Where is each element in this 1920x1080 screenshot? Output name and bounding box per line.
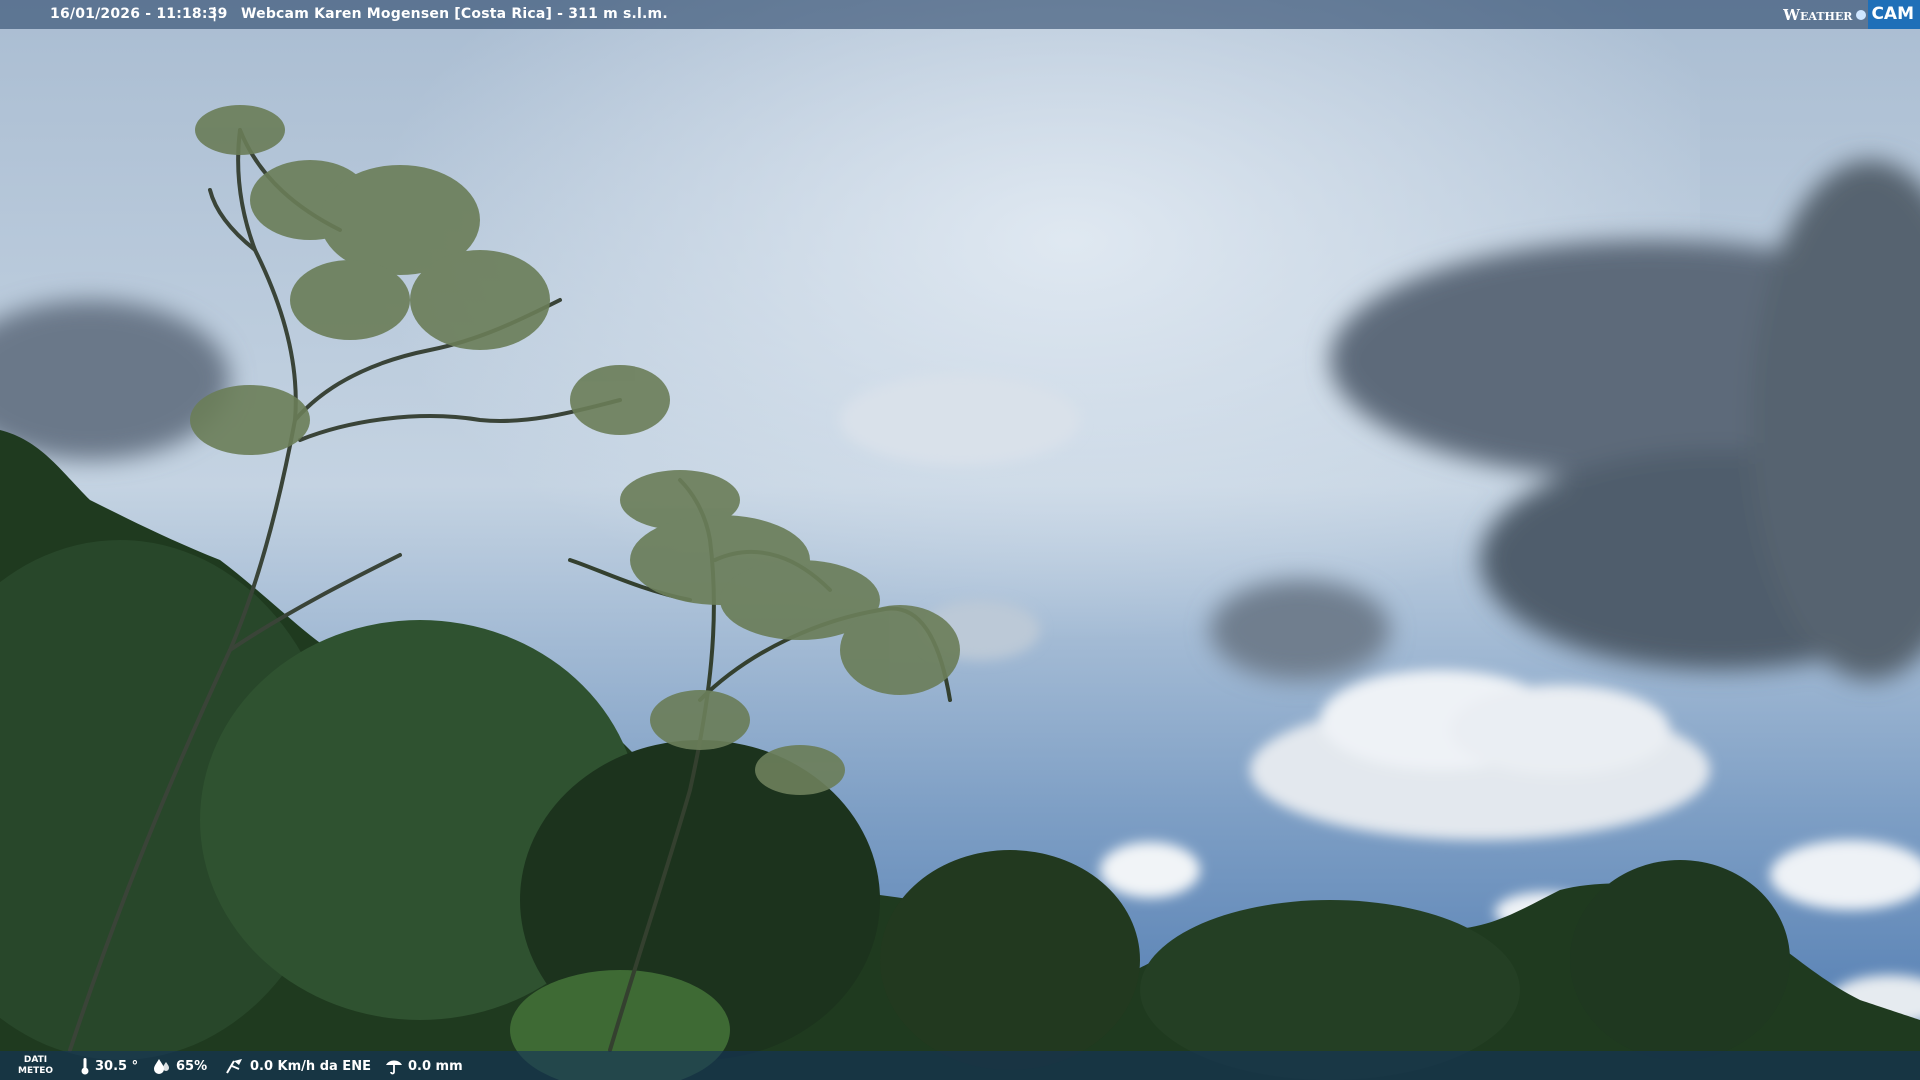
wind-value: 0.0 Km/h da ENE <box>250 1058 371 1074</box>
timestamp: 16/01/2026 - 11:18:39 <box>50 6 228 22</box>
thermometer-icon <box>81 1058 89 1075</box>
temperature-value: 30.5 ° <box>95 1058 139 1074</box>
wind-icon <box>226 1059 242 1074</box>
rain-icon <box>386 1060 402 1075</box>
rain-readout: 0.0 mm <box>385 1057 463 1075</box>
humidity-drop-icon <box>154 1059 169 1074</box>
webcam-scene <box>0 0 1920 1080</box>
weather-data-label: DATI METEO <box>18 1055 54 1076</box>
logo-text-cam: CAM <box>1868 0 1920 29</box>
weathercam-logo: Weather CAM <box>1783 0 1920 29</box>
rain-value: 0.0 mm <box>408 1058 463 1074</box>
weather-data-bar: DATI METEO 30.5 ° 65% 0.0 Km/h da ENE 0.… <box>0 1051 1920 1080</box>
humidity-readout: 65% <box>153 1057 207 1075</box>
header-separator: | <box>212 6 218 22</box>
temperature-readout: 30.5 ° <box>80 1057 138 1075</box>
logo-text-weather: Weather <box>1783 5 1853 24</box>
webcam-title: Webcam Karen Mogensen [Costa Rica] - 311… <box>241 6 668 22</box>
logo-dot-icon <box>1856 9 1867 20</box>
wind-readout: 0.0 Km/h da ENE <box>225 1057 371 1075</box>
humidity-value: 65% <box>176 1058 208 1074</box>
top-info-bar: 16/01/2026 - 11:18:39 | Webcam Karen Mog… <box>0 0 1920 29</box>
